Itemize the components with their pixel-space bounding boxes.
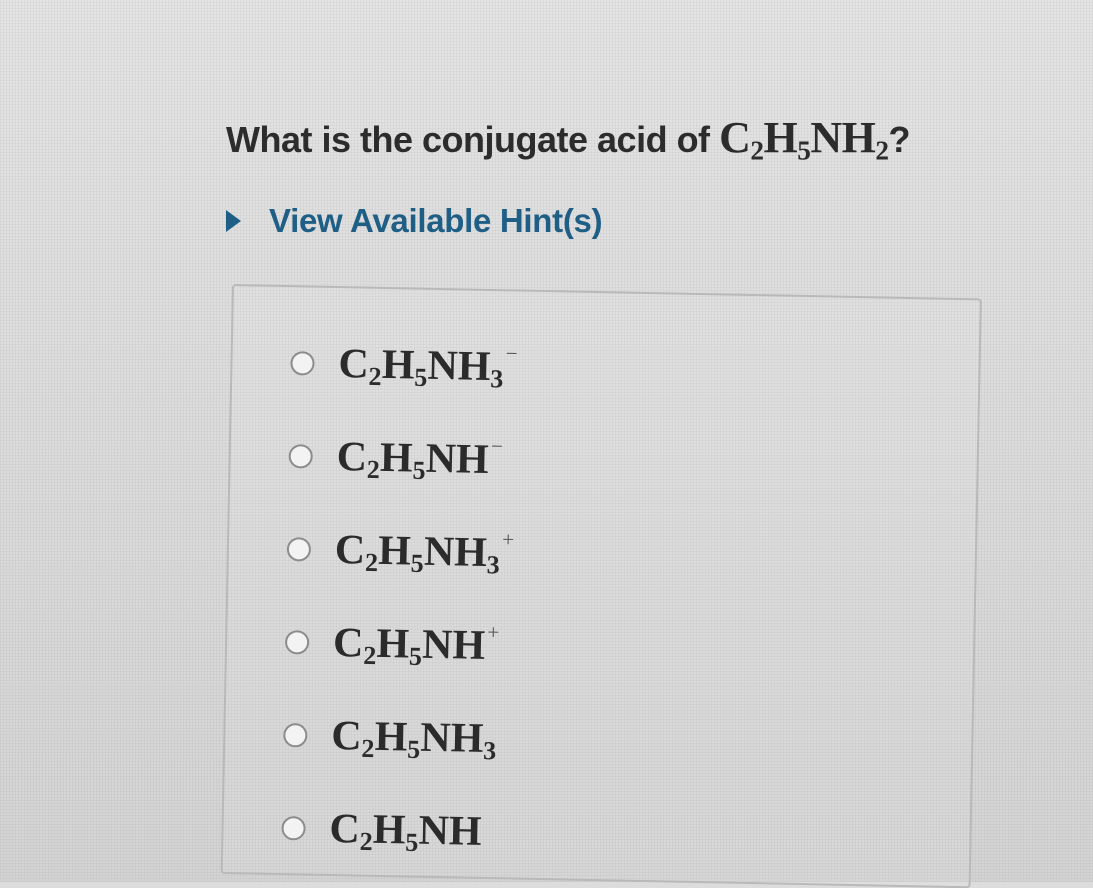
formula-element: NH (424, 529, 488, 576)
view-hints-label: View Available Hint(s) (269, 202, 602, 240)
formula-element: C (336, 434, 367, 481)
formula-element: NH (810, 113, 875, 162)
formula-subscript: 2 (368, 362, 382, 391)
formula-subscript: 3 (483, 736, 497, 765)
answer-option[interactable]: C2H5NH3− (290, 339, 518, 391)
answer-options-box: C2H5NH3− C2H5NH− C2H5NH3+ C2H5NH+ C2H5NH… (221, 284, 982, 888)
question-text: What is the conjugate acid of C2H5NH2? (226, 112, 910, 163)
formula-element: H (372, 807, 406, 854)
formula-subscript: 3 (486, 550, 500, 579)
formula-subscript: 2 (359, 827, 373, 856)
formula-element: H (381, 342, 415, 389)
formula-subscript: 2 (875, 136, 888, 166)
answer-option[interactable]: C2H5NH3 (283, 711, 499, 763)
formula-element: H (378, 528, 412, 575)
question-formula: C2H5NH2 (719, 113, 888, 162)
formula-charge: − (506, 341, 518, 365)
formula-element: C (338, 341, 369, 388)
formula-element: NH (427, 343, 491, 390)
formula-element: C (333, 620, 364, 667)
radio-button[interactable] (283, 723, 307, 747)
formula-element: C (719, 113, 750, 162)
formula-element: H (376, 621, 410, 668)
formula-element: NH (422, 622, 486, 669)
formula-element: C (334, 527, 365, 574)
caret-right-icon (226, 210, 241, 232)
formula-subscript: 2 (365, 548, 379, 577)
radio-button[interactable] (290, 351, 314, 375)
formula-element: H (763, 113, 797, 162)
formula-subscript: 2 (363, 641, 377, 670)
answer-option[interactable]: C2H5NH3+ (286, 525, 514, 577)
radio-button[interactable] (285, 630, 309, 654)
formula-subscript: 5 (797, 136, 810, 166)
formula-charge: + (487, 620, 499, 644)
formula-element: NH (425, 436, 489, 483)
formula-element: NH (420, 715, 484, 762)
formula-subscript: 2 (750, 136, 763, 166)
option-formula: C2H5NH− (336, 433, 503, 484)
formula-subscript: 3 (490, 364, 504, 393)
formula-subscript: 5 (407, 735, 421, 764)
option-formula: C2H5NH3− (338, 340, 518, 391)
option-formula: C2H5NH3 (331, 712, 499, 763)
page-background: What is the conjugate acid of C2H5NH2? V… (0, 0, 1093, 882)
answer-option[interactable]: C2H5NH− (288, 432, 503, 484)
option-formula: C2H5NH (329, 805, 484, 856)
formula-element: C (329, 806, 360, 853)
formula-element: H (380, 435, 414, 482)
radio-button[interactable] (281, 816, 305, 840)
formula-subscript: 2 (361, 734, 375, 763)
radio-button[interactable] (288, 444, 312, 468)
formula-element: C (331, 713, 362, 760)
radio-button[interactable] (287, 537, 311, 561)
formula-subscript: 5 (410, 549, 424, 578)
formula-subscript: 5 (414, 363, 428, 392)
formula-subscript: 5 (409, 642, 423, 671)
question-prefix: What is the conjugate acid of (226, 119, 710, 160)
option-formula: C2H5NH+ (333, 619, 500, 670)
formula-charge: − (491, 434, 503, 458)
view-hints-toggle[interactable]: View Available Hint(s) (226, 202, 602, 240)
formula-subscript: 2 (367, 455, 381, 484)
formula-charge: + (502, 527, 514, 551)
formula-element: NH (418, 808, 482, 855)
answer-option[interactable]: C2H5NH+ (285, 618, 500, 670)
formula-subscript: 5 (405, 828, 419, 857)
question-suffix: ? (889, 119, 911, 160)
formula-subscript: 5 (412, 456, 426, 485)
formula-element: H (374, 714, 408, 761)
answer-option[interactable]: C2H5NH (281, 804, 484, 856)
option-formula: C2H5NH3+ (334, 526, 514, 577)
